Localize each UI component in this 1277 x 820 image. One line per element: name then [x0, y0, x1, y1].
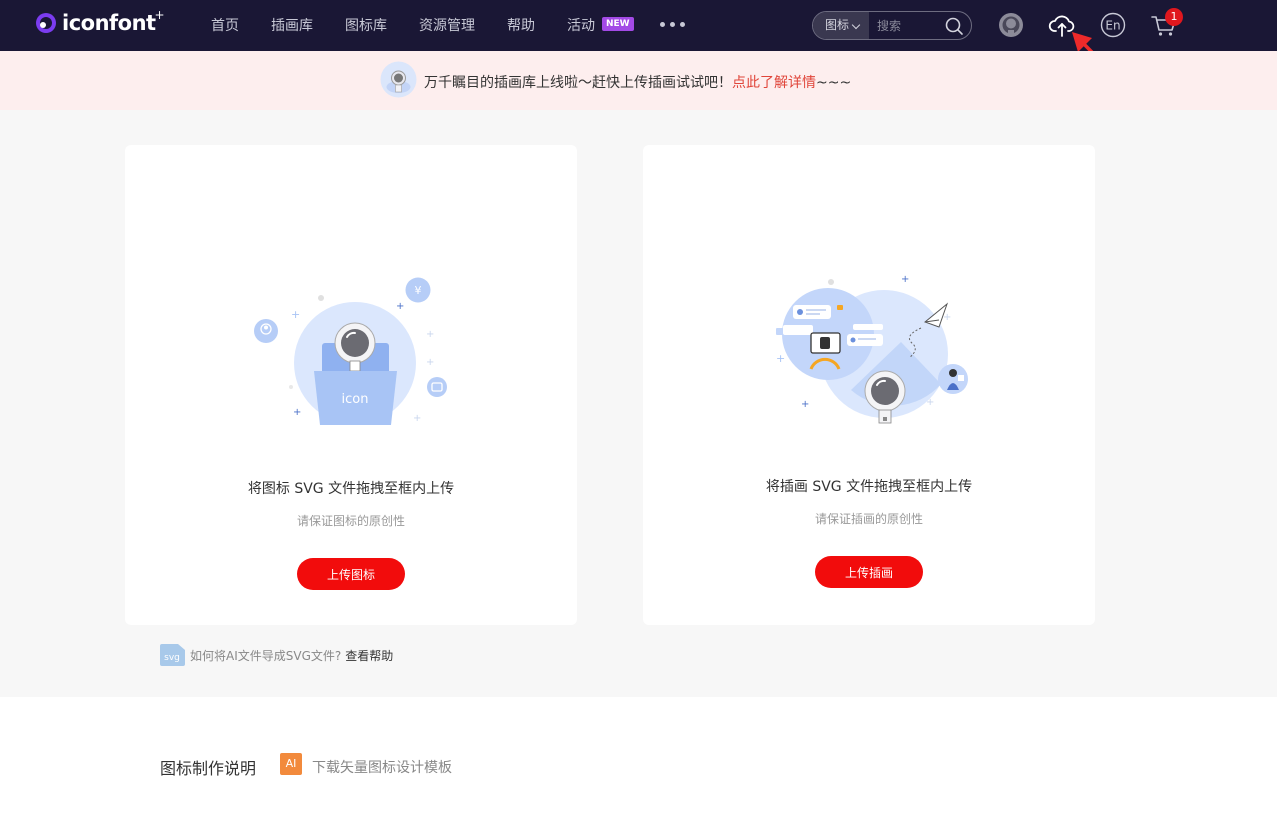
new-badge: NEW: [602, 17, 634, 31]
icon-upload-subtitle: 请保证图标的原创性: [296, 514, 405, 528]
illustration-upload-subtitle: 请保证插画的原创性: [814, 512, 923, 526]
nav-item-icon-library[interactable]: 图标库: [345, 15, 387, 35]
icon-guide-title: 图标制作说明: [160, 759, 257, 778]
svg-text:+: +: [901, 274, 909, 285]
icon-upload-title: 将图标 SVG 文件拖拽至框内上传: [247, 481, 455, 497]
svg-file-icon: svg: [160, 644, 185, 666]
search-icon[interactable]: [943, 15, 965, 37]
ai-file-icon: AI: [280, 753, 302, 775]
announcement-message: 万千瞩目的插画库上线啦～赶快上传插画试试吧！: [424, 75, 732, 91]
user-avatar-icon[interactable]: [997, 11, 1025, 39]
svg-text:+: +: [291, 308, 300, 321]
svg-help-row: svg 如何将AI文件导成SVG文件? 查看帮助: [160, 643, 393, 667]
svg-text:+: +: [413, 413, 421, 424]
illustration-upload-title: 将插画 SVG 文件拖拽至框内上传: [765, 479, 973, 495]
svg-text:+: +: [426, 329, 434, 340]
svg-text:+: +: [776, 352, 785, 365]
nav-item-resources[interactable]: 资源管理: [419, 15, 475, 35]
nav-item-help[interactable]: 帮助: [507, 15, 535, 35]
cart-count-badge: 1: [1165, 8, 1183, 26]
announcement-link[interactable]: 点此了解详情: [732, 75, 816, 91]
search-type-label: 图标: [825, 18, 850, 32]
svg-text:+: +: [426, 357, 434, 368]
more-menu-button[interactable]: [660, 22, 685, 27]
logo-plus: +: [154, 8, 165, 22]
view-help-link[interactable]: 查看帮助: [345, 647, 393, 664]
upload-area: ¥ + + + + + + icon 将图标 SVG 文件拖拽至框内上传 请保证…: [0, 110, 1277, 697]
upload-icon-button[interactable]: 上传图标: [297, 558, 405, 590]
svg-help-text: 如何将AI文件导成SVG文件?: [190, 648, 342, 663]
icon-folder-label: icon: [342, 392, 369, 407]
svg-text:+: +: [293, 407, 301, 418]
illustration-upload-dropzone[interactable]: + + + + + 将插画 SVG 文件拖拽至框内上传 请保证插画的原创性 上传…: [643, 145, 1095, 625]
svg-text:+: +: [926, 397, 934, 408]
logo-mark-icon: [36, 13, 56, 33]
nav-item-activities[interactable]: 活动: [567, 15, 595, 35]
logo-text: iconfont: [62, 11, 156, 35]
svg-text:+: +: [943, 312, 951, 323]
svg-text:¥: ¥: [415, 284, 422, 297]
upload-illustration-button[interactable]: 上传插画: [815, 556, 923, 588]
logo[interactable]: iconfont +: [35, 8, 165, 35]
download-template-link[interactable]: 下载矢量图标设计模板: [312, 757, 452, 777]
astronaut-avatar-icon: [380, 61, 417, 98]
announcement-bar: 万千瞩目的插画库上线啦～赶快上传插画试试吧！点此了解详情~~~: [0, 51, 1277, 110]
illustration-astronaut-illustration: + + + + +: [776, 274, 968, 424]
chevron-down-icon: [851, 20, 861, 30]
announcement-suffix: ~~~: [816, 75, 852, 91]
svg-text:+: +: [801, 399, 809, 410]
nav-item-illustrations[interactable]: 插画库: [271, 15, 313, 35]
search-input[interactable]: [877, 16, 941, 35]
svg-text:+: +: [396, 301, 404, 312]
icon-upload-dropzone[interactable]: ¥ + + + + + + icon 将图标 SVG 文件拖拽至框内上传 请保证…: [125, 145, 577, 625]
icon-folder-illustration: ¥ + + + + + + icon: [254, 277, 447, 425]
search-box: 图标: [812, 11, 972, 40]
svg-badge-label: svg: [164, 653, 180, 663]
search-type-select[interactable]: 图标: [813, 12, 869, 39]
announcement-text: 万千瞩目的插画库上线啦～赶快上传插画试试吧！点此了解详情~~~: [424, 72, 851, 92]
nav-item-home[interactable]: 首页: [211, 15, 239, 35]
